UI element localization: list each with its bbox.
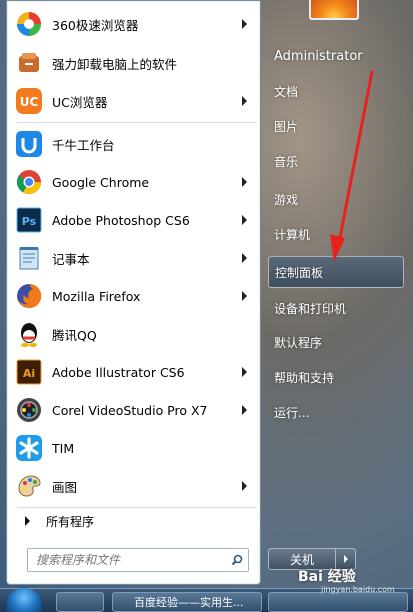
- taskbar-window-title: 百度经验——实用生...: [134, 596, 244, 609]
- watermark-logo: Bai 经验: [298, 569, 356, 585]
- taskbar-window-button[interactable]: [268, 592, 408, 612]
- taskbar-pinned-app[interactable]: [56, 592, 104, 612]
- watermark-url: jingyan.baidu.com: [321, 585, 395, 594]
- annotation-arrow: [330, 70, 374, 262]
